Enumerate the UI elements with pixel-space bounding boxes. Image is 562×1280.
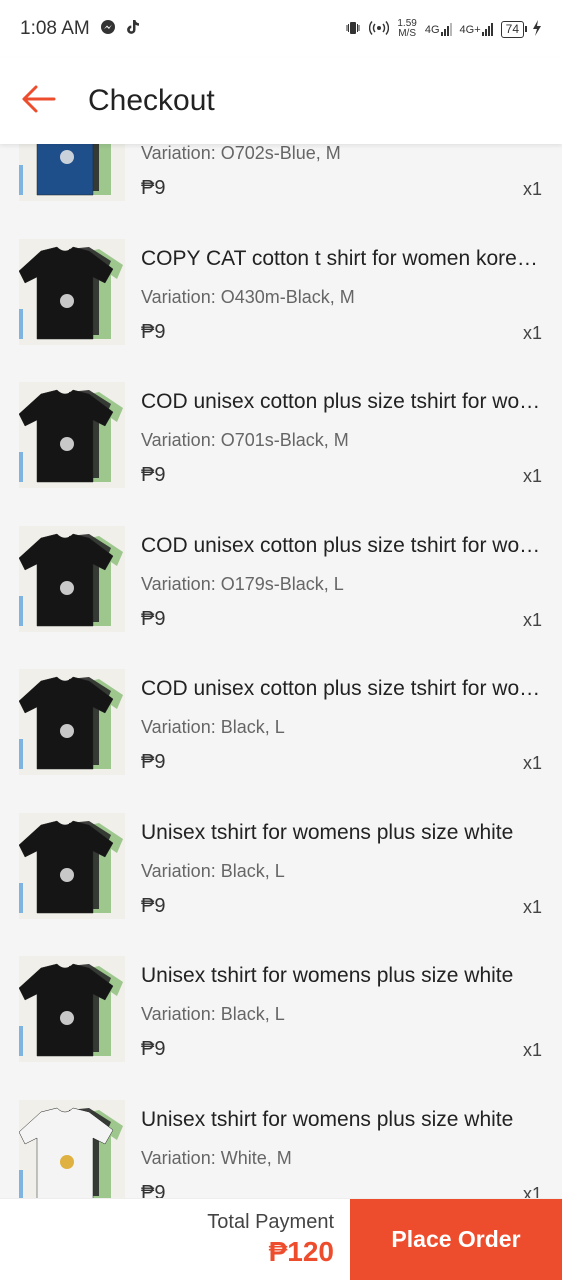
- order-item-list-inner: Variation: O702s-Blue, M ₱9 x1 COPY CAT cot…: [0, 144, 562, 1198]
- status-time: 1:08 AM: [20, 18, 90, 39]
- product-thumbnail: [19, 144, 125, 201]
- product-price: ₱9: [141, 751, 166, 773]
- product-name: COD unisex cotton plus size tshirt for w…: [141, 677, 545, 700]
- product-quantity: x1: [522, 1183, 542, 1199]
- product-name: Unisex tshirt for womens plus size white: [141, 964, 514, 987]
- product-name: Unisex tshirt for womens plus size white: [141, 1107, 514, 1131]
- header: Checkout: [0, 58, 562, 144]
- product-price: ₱9: [141, 894, 166, 917]
- product-quantity: x1: [522, 179, 542, 199]
- product-price: ₱9: [141, 607, 166, 630]
- signal-bars-icon: [481, 22, 493, 36]
- product-name: COPY CAT cotton t shirt for women korean…: [141, 246, 545, 270]
- product-variation: Variation: O179s-Black, L: [141, 573, 344, 594]
- signal-1: 4G: [425, 22, 452, 36]
- total-payment: Total Payment ₱120: [0, 1199, 350, 1280]
- product-price: ₱9: [141, 1038, 166, 1060]
- product-variation: Variation: White, M: [141, 1147, 292, 1168]
- product-price: ₱9: [141, 177, 166, 199]
- product-variation: Variation: Black, L: [141, 717, 285, 737]
- network-type-2: 4G+: [459, 24, 481, 36]
- network-speed: 1.59 M/S: [397, 19, 416, 39]
- order-item[interactable]: COPY CAT cotton t shirt for women korean…: [0, 238, 562, 383]
- order-item[interactable]: COD unisex cotton plus size tshirt for w…: [0, 669, 562, 813]
- order-item[interactable]: Unisex tshirt for womens plus size white…: [0, 1099, 562, 1199]
- checkout-bottom-bar: Total Payment ₱120 Place Order: [0, 1198, 562, 1280]
- product-quantity: x1: [522, 322, 542, 343]
- network-type-1: 4G: [424, 24, 440, 36]
- arrow-left-icon: [20, 84, 56, 119]
- product-variation: Variation: Black, L: [141, 860, 285, 881]
- order-item-list[interactable]: Variation: O702s-Blue, M ₱9 x1 COPY CAT cot…: [0, 144, 562, 1198]
- product-thumbnail: [19, 382, 125, 488]
- vibrate-icon: [345, 20, 361, 39]
- status-left: 1:08 AM: [20, 18, 140, 40]
- order-item[interactable]: Unisex tshirt for womens plus size white…: [0, 812, 562, 957]
- signal-2: 4G+: [460, 22, 493, 36]
- product-thumbnail: [19, 669, 125, 775]
- product-quantity: x1: [522, 1040, 542, 1060]
- signal-bars-icon: [440, 22, 452, 36]
- product-thumbnail: [19, 956, 125, 1062]
- product-thumbnail: [19, 1099, 125, 1198]
- status-right: 1.59 M/S 4G 4G+ 74: [345, 19, 542, 39]
- back-button[interactable]: [0, 58, 76, 144]
- product-quantity: x1: [522, 466, 542, 486]
- place-order-button[interactable]: Place Order: [350, 1199, 562, 1280]
- total-payment-label: Total Payment: [207, 1211, 334, 1233]
- product-name: COD unisex cotton plus size tshirt for w…: [141, 390, 545, 413]
- product-quantity: x1: [522, 753, 542, 773]
- battery-level: 74: [505, 21, 519, 36]
- tiktok-icon: [126, 19, 140, 39]
- product-name: Unisex tshirt for womens plus size white: [141, 820, 514, 844]
- messenger-icon: [100, 19, 116, 39]
- product-thumbnail: [19, 525, 125, 632]
- order-item[interactable]: COD unisex cotton plus size tshirt for w…: [0, 525, 562, 670]
- product-price: ₱9: [141, 1181, 166, 1199]
- product-quantity: x1: [522, 896, 542, 917]
- product-price: ₱9: [141, 320, 166, 343]
- charging-icon: [532, 19, 542, 39]
- product-name: COD unisex cotton plus size tshirt for w…: [141, 533, 545, 557]
- speed-unit: M/S: [398, 28, 416, 39]
- order-item[interactable]: Variation: O702s-Blue, M ₱9 x1: [0, 144, 562, 239]
- hotspot-icon: [369, 20, 390, 39]
- status-bar: 1:08 AM 1.59 M/S 4G 4G+ 74: [0, 0, 562, 58]
- product-variation: Variation: Black, L: [141, 1004, 285, 1024]
- battery-icon: 74: [500, 20, 528, 38]
- product-quantity: x1: [522, 609, 542, 630]
- order-item[interactable]: COD unisex cotton plus size tshirt for w…: [0, 382, 562, 526]
- product-variation: Variation: O701s-Black, M: [141, 430, 349, 450]
- order-item[interactable]: Unisex tshirt for womens plus size white…: [0, 956, 562, 1100]
- page-title: Checkout: [88, 84, 215, 117]
- product-price: ₱9: [141, 464, 166, 486]
- total-payment-value: ₱120: [268, 1236, 334, 1267]
- product-variation: Variation: O430m-Black, M: [141, 286, 355, 307]
- product-thumbnail: [19, 812, 125, 919]
- product-thumbnail: [19, 238, 125, 345]
- product-variation: Variation: O702s-Blue, M: [141, 144, 341, 163]
